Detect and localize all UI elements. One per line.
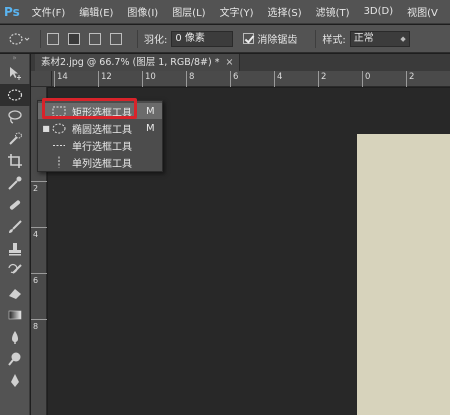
- current-tool-indicator: ■: [42, 123, 50, 133]
- flyout-item-elliptical-marquee[interactable]: ■ 椭圆选框工具 M: [38, 120, 162, 136]
- horizontal-ruler: 14 12 10 8 6 4 2 0 2: [52, 71, 450, 87]
- eraser-tool[interactable]: [0, 282, 30, 304]
- menu-filter[interactable]: 滤镜(T): [316, 4, 350, 19]
- feather-input[interactable]: 0 像素: [171, 30, 234, 47]
- close-tab-icon[interactable]: ×: [225, 57, 233, 68]
- ruler-tick: 0: [362, 71, 370, 87]
- menu-edit[interactable]: 编辑(E): [79, 4, 113, 19]
- marquee-tool-flyout: 矩形选框工具 M ■ 椭圆选框工具 M 单行选框工具 单列选框工具: [37, 100, 163, 172]
- blur-icon: [12, 331, 18, 344]
- dodge-tool[interactable]: [0, 348, 30, 370]
- flyout-item-label: 单列选框工具: [72, 158, 132, 170]
- flyout-item-shortcut: M: [146, 105, 155, 117]
- menu-file[interactable]: 文件(F): [32, 4, 66, 19]
- ruler-tick: 6: [31, 273, 47, 285]
- options-separator: [315, 29, 317, 48]
- menu-select[interactable]: 选择(S): [267, 4, 301, 19]
- antialias-checkbox[interactable]: [243, 33, 255, 44]
- gradient-icon: [8, 310, 22, 320]
- document-canvas[interactable]: [357, 134, 450, 415]
- lasso-icon: [8, 110, 22, 124]
- subtract-from-selection-button[interactable]: [89, 32, 101, 45]
- flyout-item-label: 矩形选框工具: [72, 107, 132, 119]
- gradient-tool[interactable]: [0, 304, 30, 326]
- tool-preset-picker[interactable]: [4, 28, 34, 50]
- ellipse-marquee-icon: [7, 89, 23, 101]
- eyedropper-tool[interactable]: [0, 172, 30, 194]
- ruler-tick: 8: [186, 71, 194, 87]
- quick-select-icon: [9, 132, 22, 145]
- ruler-tick: 2: [31, 181, 47, 193]
- menu-bar: Ps 文件(F) 编辑(E) 图像(I) 图层(L) 文字(Y) 选择(S) 滤…: [0, 0, 450, 24]
- history-brush-tool[interactable]: [0, 260, 30, 282]
- crop-icon: [8, 154, 22, 168]
- menu-layer[interactable]: 图层(L): [172, 4, 205, 19]
- ruler-tick: 2: [406, 71, 414, 87]
- style-label: 样式:: [322, 35, 346, 46]
- clone-stamp-tool[interactable]: [0, 238, 30, 260]
- move-icon: [10, 67, 21, 80]
- pen-icon: [11, 374, 19, 387]
- dodge-icon: [8, 352, 21, 366]
- flyout-item-single-row-marquee[interactable]: 单行选框工具: [38, 137, 162, 153]
- eyedropper-icon: [8, 176, 22, 190]
- options-separator: [40, 29, 41, 48]
- feather-label: 羽化:: [144, 35, 168, 46]
- new-selection-button[interactable]: [47, 32, 59, 45]
- menu-3d[interactable]: 3D(D): [364, 6, 394, 17]
- ellipse-marquee-icon: [52, 122, 66, 134]
- document-tab-bar: 素材2.jpg @ 66.7% (图层 1, RGB/8#) * ×: [31, 54, 450, 71]
- style-select[interactable]: 正常: [349, 30, 410, 47]
- history-brush-icon: [8, 263, 22, 274]
- intersect-selection-button[interactable]: [110, 32, 122, 45]
- ruler-tick: 4: [274, 71, 282, 87]
- ruler-tick: 12: [98, 71, 112, 87]
- eraser-icon: [9, 289, 21, 299]
- add-to-selection-button[interactable]: [68, 32, 80, 45]
- rect-marquee-icon: [52, 105, 66, 117]
- tools-panel: »: [0, 54, 30, 415]
- options-bar: 羽化: 0 像素 消除锯齿 样式: 正常: [0, 25, 450, 53]
- ruler-tick: 6: [230, 71, 238, 87]
- single-column-marquee-icon: [52, 156, 66, 168]
- antialias-label: 消除锯齿: [257, 35, 298, 46]
- menu-type[interactable]: 文字(Y): [220, 4, 254, 19]
- ruler-tick: 4: [31, 227, 47, 239]
- quick-select-tool[interactable]: [0, 128, 30, 150]
- ruler-tick: 14: [54, 71, 68, 87]
- flyout-item-label: 椭圆选框工具: [72, 124, 132, 136]
- ruler-tick: 10: [142, 71, 156, 87]
- move-tool[interactable]: [0, 62, 30, 84]
- clone-stamp-icon: [9, 243, 21, 256]
- healing-brush-icon: [9, 200, 21, 210]
- flyout-item-single-column-marquee[interactable]: 单列选框工具: [38, 154, 162, 170]
- menu-image[interactable]: 图像(I): [127, 4, 158, 19]
- pen-tool[interactable]: [0, 370, 30, 392]
- brush-icon: [9, 220, 22, 233]
- panel-grip-icon[interactable]: »: [0, 54, 29, 62]
- document-tab-title: 素材2.jpg @ 66.7% (图层 1, RGB/8#) *: [41, 57, 220, 68]
- flyout-item-rectangular-marquee[interactable]: 矩形选框工具 M: [38, 103, 162, 119]
- blur-tool[interactable]: [0, 326, 30, 348]
- flyout-item-label: 单行选框工具: [72, 141, 132, 153]
- brush-tool[interactable]: [0, 216, 30, 238]
- menu-view[interactable]: 视图(V: [407, 4, 438, 19]
- ruler-origin[interactable]: [31, 71, 52, 87]
- options-separator: [137, 29, 138, 48]
- ellipse-marquee-icon: [9, 32, 30, 45]
- marquee-tool[interactable]: [0, 84, 30, 106]
- ruler-tick: 2: [318, 71, 326, 87]
- healing-brush-tool[interactable]: [0, 194, 30, 216]
- document-tab[interactable]: 素材2.jpg @ 66.7% (图层 1, RGB/8#) * ×: [35, 54, 241, 71]
- lasso-tool[interactable]: [0, 106, 30, 128]
- single-row-marquee-icon: [52, 139, 66, 151]
- ruler-tick: 8: [31, 319, 47, 331]
- crop-tool[interactable]: [0, 150, 30, 172]
- photoshop-logo: Ps: [4, 4, 20, 19]
- flyout-item-shortcut: M: [146, 122, 155, 134]
